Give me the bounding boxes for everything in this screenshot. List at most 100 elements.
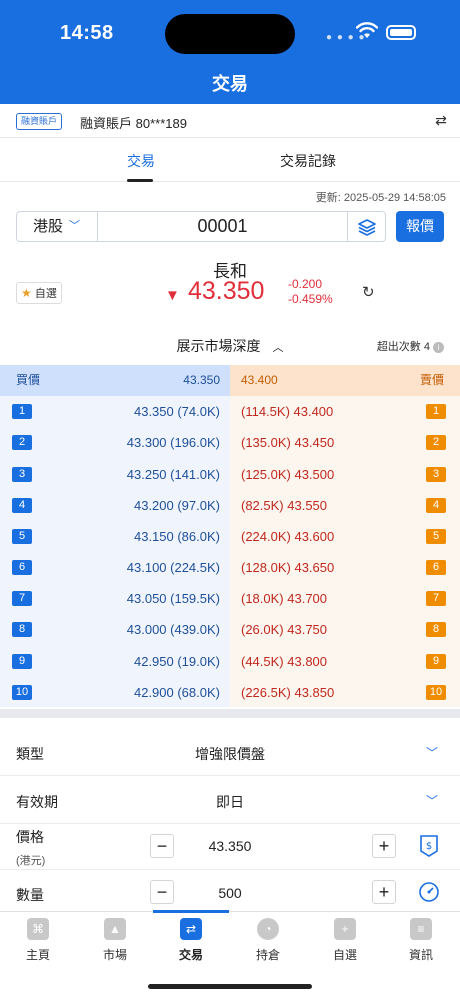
- chevron-down-icon[interactable]: ﹀: [426, 744, 438, 761]
- active-tab-indicator: [153, 910, 229, 913]
- bid-row[interactable]: 8 43.000 (439.0K): [0, 614, 230, 645]
- price-change-pct: -0.459%: [288, 292, 333, 306]
- ask-row[interactable]: (128.0K) 43.650 6: [230, 552, 460, 583]
- bid-price-volume: 43.350 (74.0K): [133, 404, 220, 419]
- trade-swap-icon: ⇄: [180, 918, 202, 940]
- bid-row[interactable]: 7 43.050 (159.5K): [0, 583, 230, 614]
- bid-price-volume: 43.050 (159.5K): [126, 591, 220, 606]
- ask-row[interactable]: (224.0K) 43.600 5: [230, 521, 460, 552]
- price-unit: (港元): [16, 855, 46, 867]
- nav-bar: 交易: [0, 60, 460, 104]
- home-icon: ⌘: [27, 918, 49, 940]
- ask-row[interactable]: (18.0K) 43.700 7: [230, 583, 460, 614]
- ask-level-badge: 2: [426, 435, 446, 450]
- ask-level-badge: 4: [426, 498, 446, 513]
- order-type-value[interactable]: 增強限價盤: [0, 744, 460, 764]
- info-icon[interactable]: i: [433, 342, 444, 353]
- wifi-icon: [356, 22, 378, 38]
- tabbar-item-market[interactable]: ▲ 市場: [85, 918, 145, 963]
- ask-row[interactable]: (125.0K) 43.500 3: [230, 459, 460, 490]
- price-change: -0.200 -0.459%: [288, 277, 333, 307]
- trade-tabs: 交易 交易記錄: [0, 138, 460, 182]
- tabbar-item-news[interactable]: ≡ 資訊: [391, 918, 451, 963]
- market-depth-label: 展示市場深度: [176, 338, 261, 354]
- chevron-down-icon: ﹀: [69, 220, 80, 232]
- validity-row[interactable]: 有效期 即日 ﹀: [0, 776, 460, 824]
- ask-row[interactable]: (135.0K) 43.450 2: [230, 427, 460, 458]
- home-indicator: [148, 984, 312, 989]
- favorite-label: 自選: [34, 288, 57, 300]
- ask-volume-price: (226.5K) 43.850: [241, 685, 335, 700]
- svg-text:$: $: [426, 841, 432, 852]
- market-select[interactable]: 港股 ﹀: [16, 211, 98, 242]
- quote-button[interactable]: 報價: [396, 211, 444, 242]
- bid-row[interactable]: 5 43.150 (86.0K): [0, 521, 230, 552]
- quantity-row: 數量 − 500 +: [0, 870, 460, 911]
- account-type-badge: 融資賬戶: [16, 113, 63, 130]
- tab-trade[interactable]: 交易: [127, 151, 155, 171]
- bid-level-badge: 1: [12, 404, 32, 419]
- plus-square-icon: +: [334, 918, 356, 940]
- bid-level-badge: 6: [12, 560, 32, 575]
- tab-trade-records[interactable]: 交易記錄: [280, 151, 336, 171]
- ask-volume-price: (18.0K) 43.700: [241, 591, 328, 606]
- chevron-down-icon[interactable]: ﹀: [426, 792, 438, 809]
- ask-row[interactable]: (226.5K) 43.850 10: [230, 677, 460, 708]
- price-dollar-icon[interactable]: $: [417, 834, 441, 858]
- ask-row[interactable]: (26.0K) 43.750 8: [230, 614, 460, 645]
- exceed-count: 超出次數 4i: [377, 338, 444, 354]
- active-tab-underline: [127, 179, 153, 182]
- dynamic-island: [165, 14, 295, 54]
- tabbar-label: 自選: [332, 948, 357, 962]
- tabbar-label: 主頁: [25, 948, 50, 962]
- ask-volume-price: (114.5K) 43.400: [241, 404, 334, 419]
- stock-code-input[interactable]: 00001: [98, 211, 348, 242]
- ask-row[interactable]: (82.5K) 43.550 4: [230, 490, 460, 521]
- bid-header: 買價 43.350: [0, 365, 230, 396]
- tabbar-item-home[interactable]: ⌘ 主頁: [8, 918, 68, 963]
- layers-button[interactable]: [348, 211, 386, 242]
- bid-price-volume: 42.950 (19.0K): [133, 654, 220, 669]
- tabbar-item-watchlist[interactable]: + 自選: [315, 918, 375, 963]
- switch-account-icon[interactable]: ⇄: [432, 111, 450, 129]
- market-select-label: 港股: [33, 218, 64, 235]
- bid-row[interactable]: 1 43.350 (74.0K): [0, 396, 230, 427]
- bid-row[interactable]: 10 42.900 (68.0K): [0, 677, 230, 708]
- tabbar-item-trade[interactable]: ⇄ 交易: [161, 918, 221, 963]
- bid-price-volume: 43.150 (86.0K): [133, 529, 220, 544]
- tabbar-label: 交易: [178, 948, 203, 962]
- refresh-icon[interactable]: ↻: [362, 283, 375, 301]
- quantity-calculator-icon[interactable]: [417, 880, 441, 904]
- price-increase-button[interactable]: +: [372, 834, 396, 858]
- bid-level-badge: 4: [12, 498, 32, 513]
- account-bar: 融資賬戶 融資賬戶 80***189 ⇄: [0, 104, 460, 138]
- ask-row[interactable]: (44.5K) 43.800 9: [230, 646, 460, 677]
- ask-volume-price: (44.5K) 43.800: [241, 654, 328, 669]
- bid-row[interactable]: 2 43.300 (196.0K): [0, 427, 230, 458]
- bid-price-volume: 42.900 (68.0K): [133, 685, 220, 700]
- tabbar-item-positions[interactable]: ◔ 持倉: [238, 918, 298, 963]
- status-time: 14:58: [60, 22, 114, 44]
- section-divider: [0, 709, 460, 718]
- layers-icon: [357, 218, 376, 236]
- bid-row[interactable]: 3 43.250 (141.0K): [0, 459, 230, 490]
- ask-volume-price: (128.0K) 43.650: [241, 560, 335, 575]
- bid-price-volume: 43.200 (97.0K): [133, 498, 220, 513]
- bid-price-volume: 43.250 (141.0K): [126, 467, 220, 482]
- updated-timestamp: 更新: 2025-05-29 14:58:05: [315, 192, 446, 204]
- account-label: 融資賬戶 80***189: [80, 116, 187, 131]
- chevron-up-icon: ︿: [272, 342, 284, 354]
- order-type-row[interactable]: 類型 增強限價盤 ﹀: [0, 718, 460, 776]
- bid-row[interactable]: 4 43.200 (97.0K): [0, 490, 230, 521]
- ask-volume-price: (26.0K) 43.750: [241, 622, 328, 637]
- favorite-button[interactable]: ★ 自選: [16, 282, 62, 304]
- price-change-value: -0.200: [288, 277, 323, 291]
- price-down-arrow-icon: ▼: [165, 287, 180, 304]
- bid-row[interactable]: 9 42.950 (19.0K): [0, 646, 230, 677]
- validity-value[interactable]: 即日: [0, 792, 460, 812]
- bid-row[interactable]: 6 43.100 (224.5K): [0, 552, 230, 583]
- document-icon: ≡: [410, 918, 432, 940]
- ask-row[interactable]: (114.5K) 43.400 1: [230, 396, 460, 427]
- page-title: 交易: [212, 74, 248, 94]
- quantity-increase-button[interactable]: +: [372, 880, 396, 904]
